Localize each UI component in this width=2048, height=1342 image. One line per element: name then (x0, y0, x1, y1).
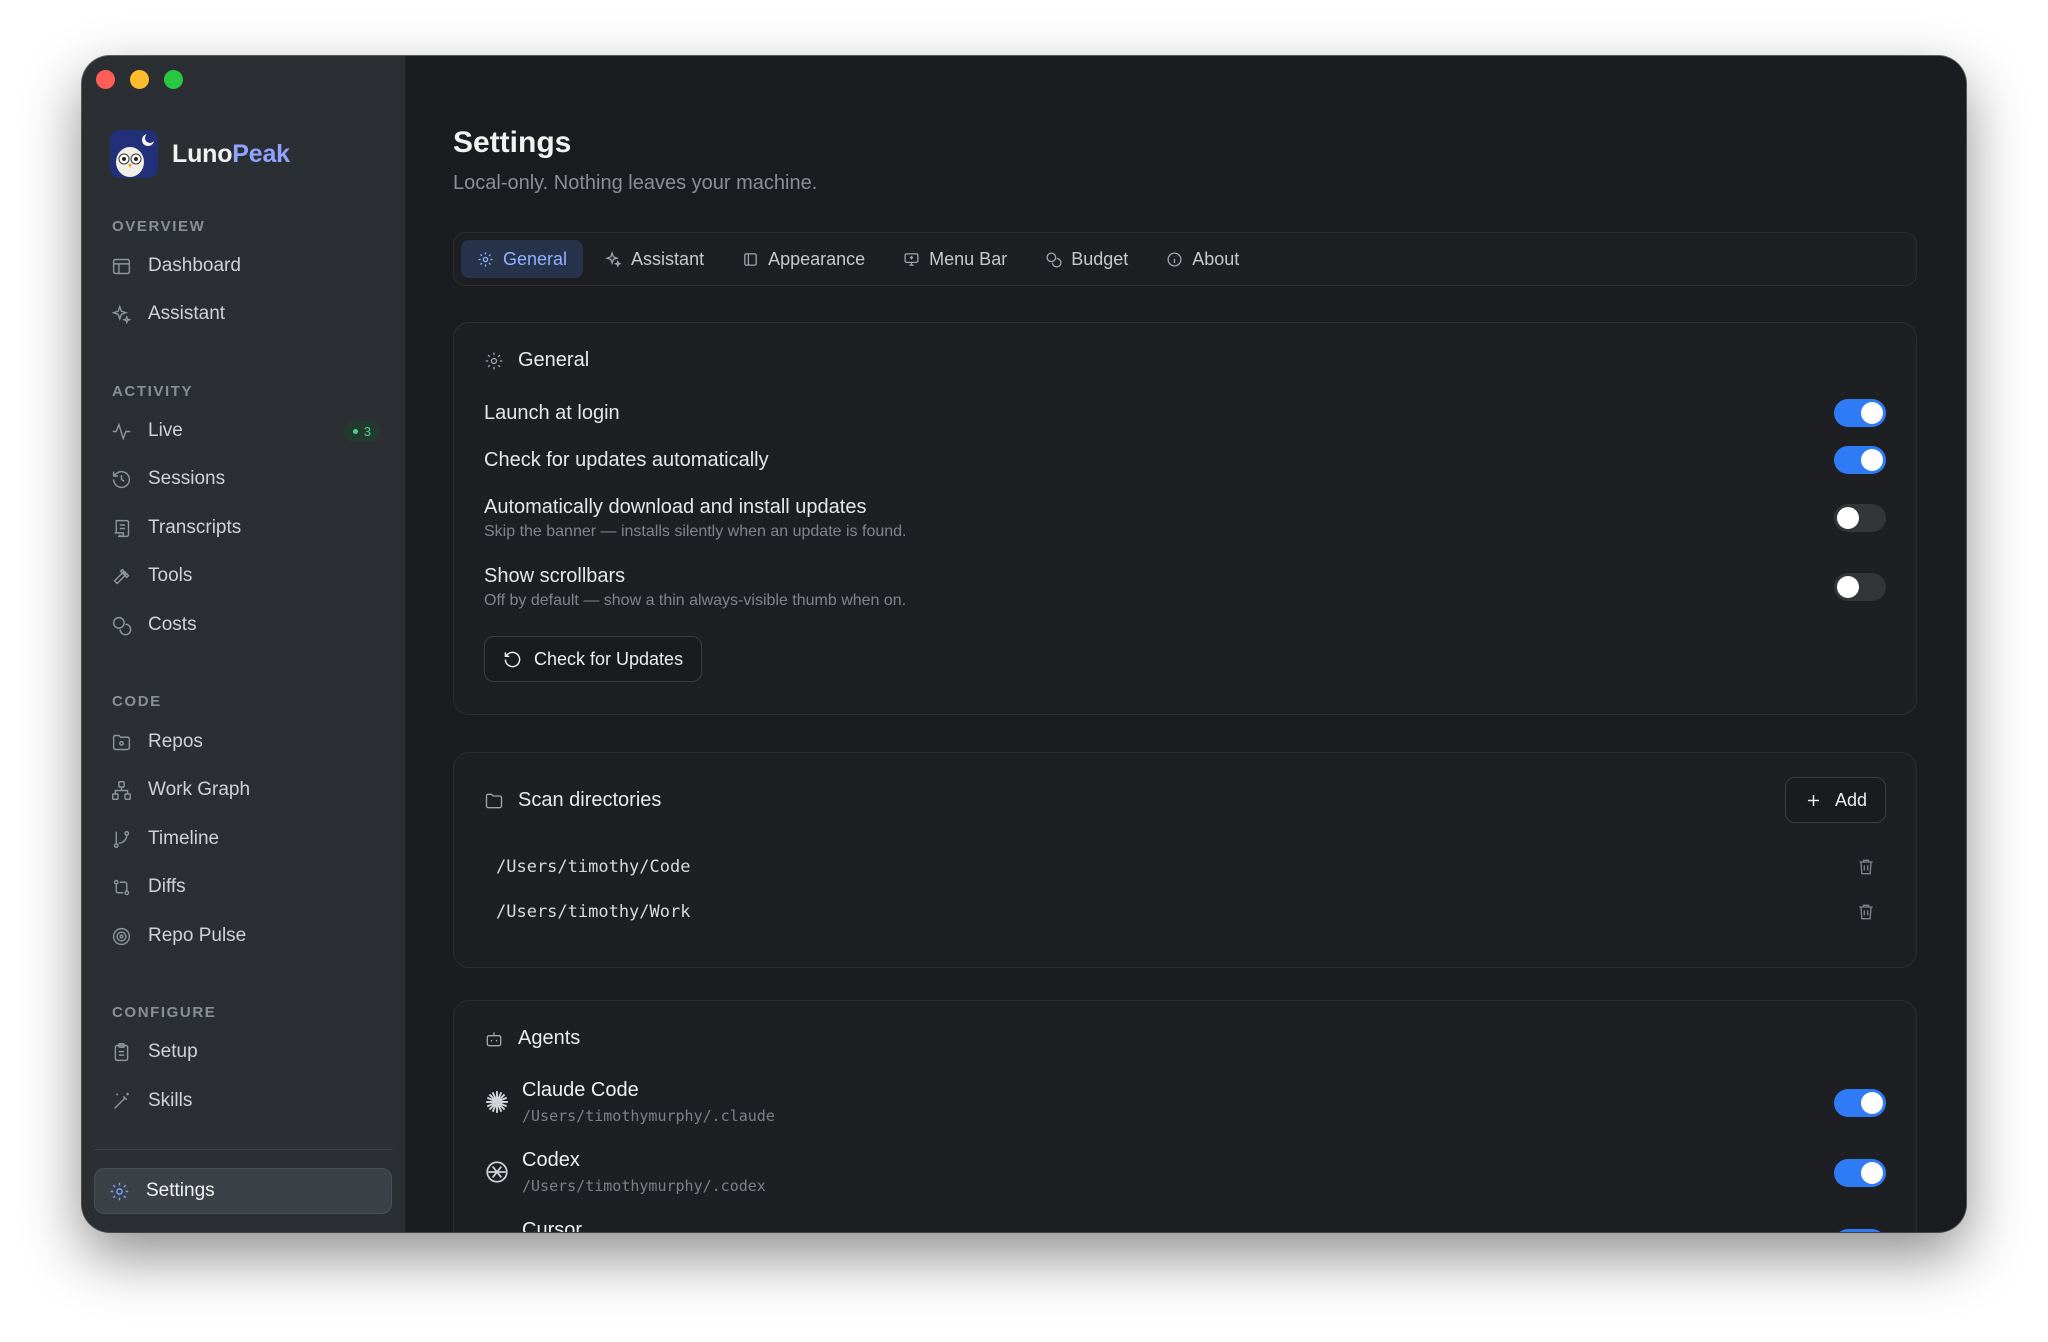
agent-path: /Users/timothymurphy/.codex (522, 1177, 766, 1195)
openai-icon (486, 1161, 508, 1183)
scan-directories-card: Scan directories Add /Users/timothy/Code… (453, 752, 1917, 968)
coins-icon (1046, 251, 1062, 268)
folder-icon (485, 793, 503, 808)
general-card-header: General (484, 349, 589, 372)
add-directory-button[interactable]: Add (1784, 777, 1886, 823)
main-content: Settings Local-only. Nothing leaves your… (406, 56, 1966, 1232)
launch-at-login-toggle[interactable] (1834, 399, 1886, 427)
claude-code-toggle[interactable] (1834, 1089, 1886, 1117)
trash-icon[interactable] (1856, 857, 1876, 877)
tab-general[interactable]: General (461, 240, 584, 278)
directory-path: /Users/timothy/Code (496, 857, 691, 877)
agent-name: Cursor (522, 1219, 583, 1232)
refresh-icon (504, 651, 521, 667)
trash-icon[interactable] (1856, 902, 1876, 922)
setting-description: Skip the banner — installs silently when… (484, 523, 907, 540)
gear-icon (485, 352, 503, 369)
cursor-toggle[interactable] (1834, 1229, 1886, 1232)
general-card: General Launch at login Check for update… (453, 322, 1917, 715)
claude-asterisk-icon (486, 1091, 508, 1113)
agents-card: Agents Claude Code /Users/timothymurphy/… (453, 1000, 1917, 1232)
setting-label: Show scrollbars (484, 565, 626, 587)
panel-icon (744, 252, 757, 266)
page-subtitle: Local-only. Nothing leaves your machine. (453, 172, 818, 194)
tab-about[interactable]: About (1150, 240, 1255, 278)
setting-description: Off by default — show a thin always-visi… (484, 592, 907, 609)
tab-appearance[interactable]: Appearance (726, 240, 881, 278)
tab-assistant[interactable]: Assistant (589, 240, 720, 278)
auto-install-updates-toggle[interactable] (1834, 504, 1886, 532)
plus-icon (1807, 794, 1820, 806)
setting-label: Check for updates automatically (484, 449, 769, 471)
agent-name: Claude Code (522, 1079, 639, 1101)
sparkle-icon (605, 250, 622, 268)
info-icon (1167, 251, 1182, 267)
agent-name: Codex (522, 1149, 580, 1171)
tab-menu-bar[interactable]: Menu Bar (887, 240, 1023, 278)
gear-icon (478, 251, 493, 267)
page-title: Settings (453, 126, 572, 159)
tab-budget[interactable]: Budget (1029, 240, 1144, 278)
setting-label: Automatically download and install updat… (484, 496, 867, 518)
bot-icon (486, 1031, 502, 1046)
setting-label: Launch at login (484, 402, 620, 424)
settings-tabs: General Assistant Appearance Menu Bar Bu… (453, 232, 1917, 286)
check-for-updates-button[interactable]: Check for Updates (484, 636, 703, 682)
agent-path: /Users/timothymurphy/.claude (522, 1107, 775, 1125)
directory-path: /Users/timothy/Work (496, 902, 691, 922)
show-scrollbars-toggle[interactable] (1834, 573, 1886, 601)
app-window: LunoPeak OVERVIEW Dashboard Assistant AC… (82, 56, 1966, 1232)
auto-check-updates-toggle[interactable] (1834, 446, 1886, 474)
codex-toggle[interactable] (1834, 1159, 1886, 1187)
monitor-icon (904, 252, 919, 266)
scan-directories-header: Scan directories (484, 789, 661, 812)
agents-header: Agents (484, 1027, 580, 1050)
